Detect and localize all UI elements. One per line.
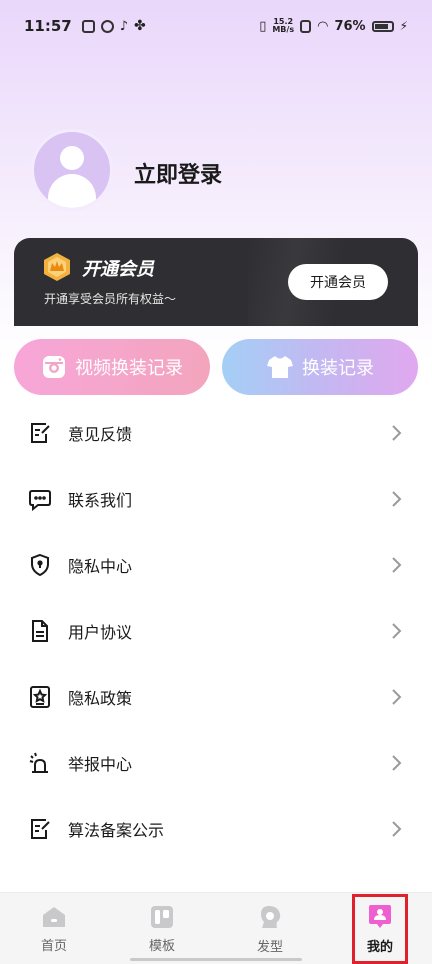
video-change-record-label: 视频换装记录 bbox=[75, 358, 183, 379]
tiktok-icon: ♪ bbox=[119, 18, 129, 34]
home-icon bbox=[43, 906, 65, 927]
hairstyle-icon bbox=[261, 905, 281, 928]
menu-item-privacy-center[interactable]: 隐私中心 bbox=[0, 532, 432, 598]
change-record-label: 换装记录 bbox=[302, 358, 374, 379]
menu-item-contact[interactable]: 联系我们 bbox=[0, 466, 432, 532]
tshirt-icon bbox=[267, 356, 293, 378]
charging-icon: ⚡ bbox=[399, 19, 408, 33]
login-button[interactable]: 立即登录 bbox=[134, 157, 222, 189]
shield-icon bbox=[31, 553, 49, 577]
vibrate-icon: ▯ bbox=[259, 18, 267, 34]
alarm-icon bbox=[29, 752, 48, 773]
menu-item-algorithm-filing[interactable]: 算法备案公示 bbox=[0, 796, 432, 862]
chevron-right-icon bbox=[392, 821, 402, 837]
chevron-right-icon bbox=[392, 557, 402, 573]
open-vip-button[interactable]: 开通会员 bbox=[288, 264, 388, 300]
profile-icon bbox=[369, 904, 391, 928]
menu-item-privacy-policy[interactable]: 隐私政策 bbox=[0, 664, 432, 730]
tab-template[interactable]: 模板 bbox=[122, 893, 202, 964]
vip-subtitle: 开通享受会员所有权益～ bbox=[44, 292, 177, 306]
template-icon bbox=[151, 905, 173, 928]
menu-item-user-agreement[interactable]: 用户协议 bbox=[0, 598, 432, 664]
avatar[interactable] bbox=[31, 129, 113, 211]
app-notification-icon bbox=[81, 19, 95, 33]
tab-hairstyle[interactable]: 发型 bbox=[230, 893, 310, 964]
app-notification-icon bbox=[100, 19, 114, 33]
chat-icon bbox=[29, 490, 51, 511]
bottom-tab-bar: 首页 模板 发型 我的 bbox=[0, 892, 432, 964]
wifi-icon: ◠ bbox=[317, 18, 329, 34]
tab-mine[interactable]: 我的 bbox=[352, 894, 408, 964]
vip-title: 开通会员 bbox=[82, 259, 154, 280]
home-indicator bbox=[130, 958, 302, 961]
chevron-right-icon bbox=[392, 755, 402, 771]
camera-icon bbox=[43, 356, 65, 378]
chevron-right-icon bbox=[392, 491, 402, 507]
video-change-record-button[interactable]: 视频换装记录 bbox=[14, 339, 210, 395]
badge-star-icon bbox=[30, 686, 50, 708]
chevron-right-icon bbox=[392, 425, 402, 441]
status-bar: 11:57 ♪ ✤ ▯ 15.2 MB/s ◠ 76% ⚡ bbox=[0, 0, 432, 52]
change-record-button[interactable]: 换装记录 bbox=[222, 339, 418, 395]
crown-badge-icon bbox=[44, 253, 70, 281]
status-time: 11:57 bbox=[24, 17, 72, 35]
chevron-right-icon bbox=[392, 689, 402, 705]
chevron-right-icon bbox=[392, 623, 402, 639]
menu-item-feedback[interactable]: 意见反馈 bbox=[0, 400, 432, 466]
vip-card[interactable]: 开通会员 开通享受会员所有权益～ 开通会员 bbox=[14, 238, 418, 326]
sim-off-icon bbox=[300, 19, 312, 33]
battery-level: 76% bbox=[334, 18, 366, 34]
edit-icon bbox=[31, 819, 50, 839]
document-icon bbox=[32, 620, 48, 642]
feedback-icon bbox=[31, 423, 50, 443]
tab-home[interactable]: 首页 bbox=[14, 893, 94, 964]
network-speed: 15.2 MB/s bbox=[272, 17, 295, 34]
app-grid-icon: ✤ bbox=[134, 18, 146, 34]
battery-icon bbox=[371, 20, 394, 32]
menu-item-report-center[interactable]: 举报中心 bbox=[0, 730, 432, 796]
